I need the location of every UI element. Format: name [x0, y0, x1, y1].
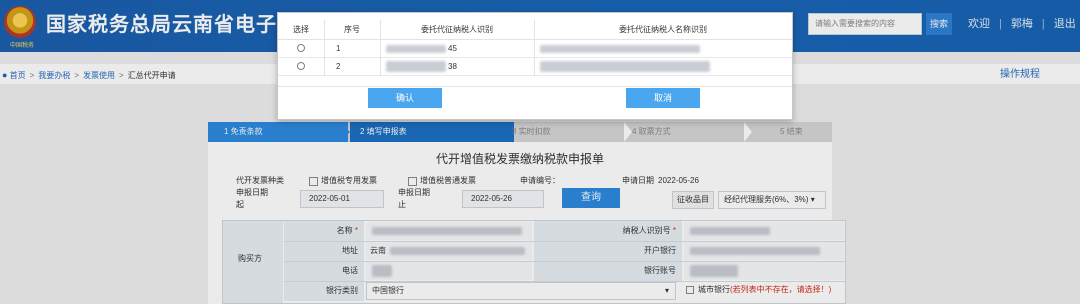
col-divider [380, 20, 381, 76]
row-1-index: 1 [336, 44, 341, 53]
col-taxpayer-name: 委托代征纳税人名称识别 [619, 25, 707, 34]
col-taxpayer-id: 委托代征纳税人识别 [421, 25, 493, 34]
row-2-index: 2 [336, 62, 341, 71]
col-index: 序号 [344, 25, 360, 34]
redacted-row-2-id [386, 61, 446, 72]
row-2-id-suffix: 38 [448, 62, 457, 71]
col-divider [534, 20, 535, 76]
row-1-radio[interactable] [297, 44, 305, 52]
dialog-row[interactable] [278, 40, 792, 58]
cancel-button[interactable]: 取消 [626, 88, 700, 108]
col-select: 选择 [293, 25, 309, 34]
row-1-id-suffix: 45 [448, 44, 457, 53]
row-2-radio[interactable] [297, 62, 305, 70]
redacted-row-1-name [540, 45, 700, 53]
redacted-row-2-name [540, 61, 710, 72]
dialog-footer-divider [278, 86, 792, 87]
col-divider [324, 20, 325, 76]
confirm-button[interactable]: 确认 [368, 88, 442, 108]
redacted-row-1-id [386, 45, 446, 53]
dialog-row[interactable] [278, 58, 792, 76]
